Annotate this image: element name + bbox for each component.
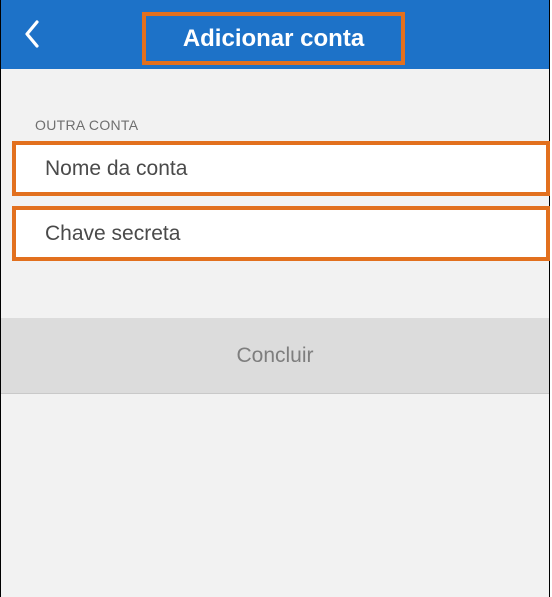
app-screen: Adicionar conta OUTRA CONTA Nome da cont…	[0, 0, 550, 597]
account-name-placeholder: Nome da conta	[45, 156, 188, 180]
account-name-field[interactable]: Nome da conta	[12, 141, 550, 196]
title-highlight: Adicionar conta	[142, 12, 405, 65]
secret-key-field[interactable]: Chave secreta	[12, 206, 550, 261]
chevron-left-icon	[25, 20, 39, 48]
done-button-label: Concluir	[236, 343, 314, 367]
page-title: Adicionar conta	[182, 24, 365, 52]
secret-key-placeholder: Chave secreta	[45, 221, 181, 245]
done-button[interactable]: Concluir	[1, 318, 549, 394]
section-label: OUTRA CONTA	[35, 117, 139, 133]
back-button[interactable]	[17, 14, 47, 54]
top-navigation-bar: Adicionar conta	[1, 0, 549, 69]
empty-area	[1, 394, 549, 597]
